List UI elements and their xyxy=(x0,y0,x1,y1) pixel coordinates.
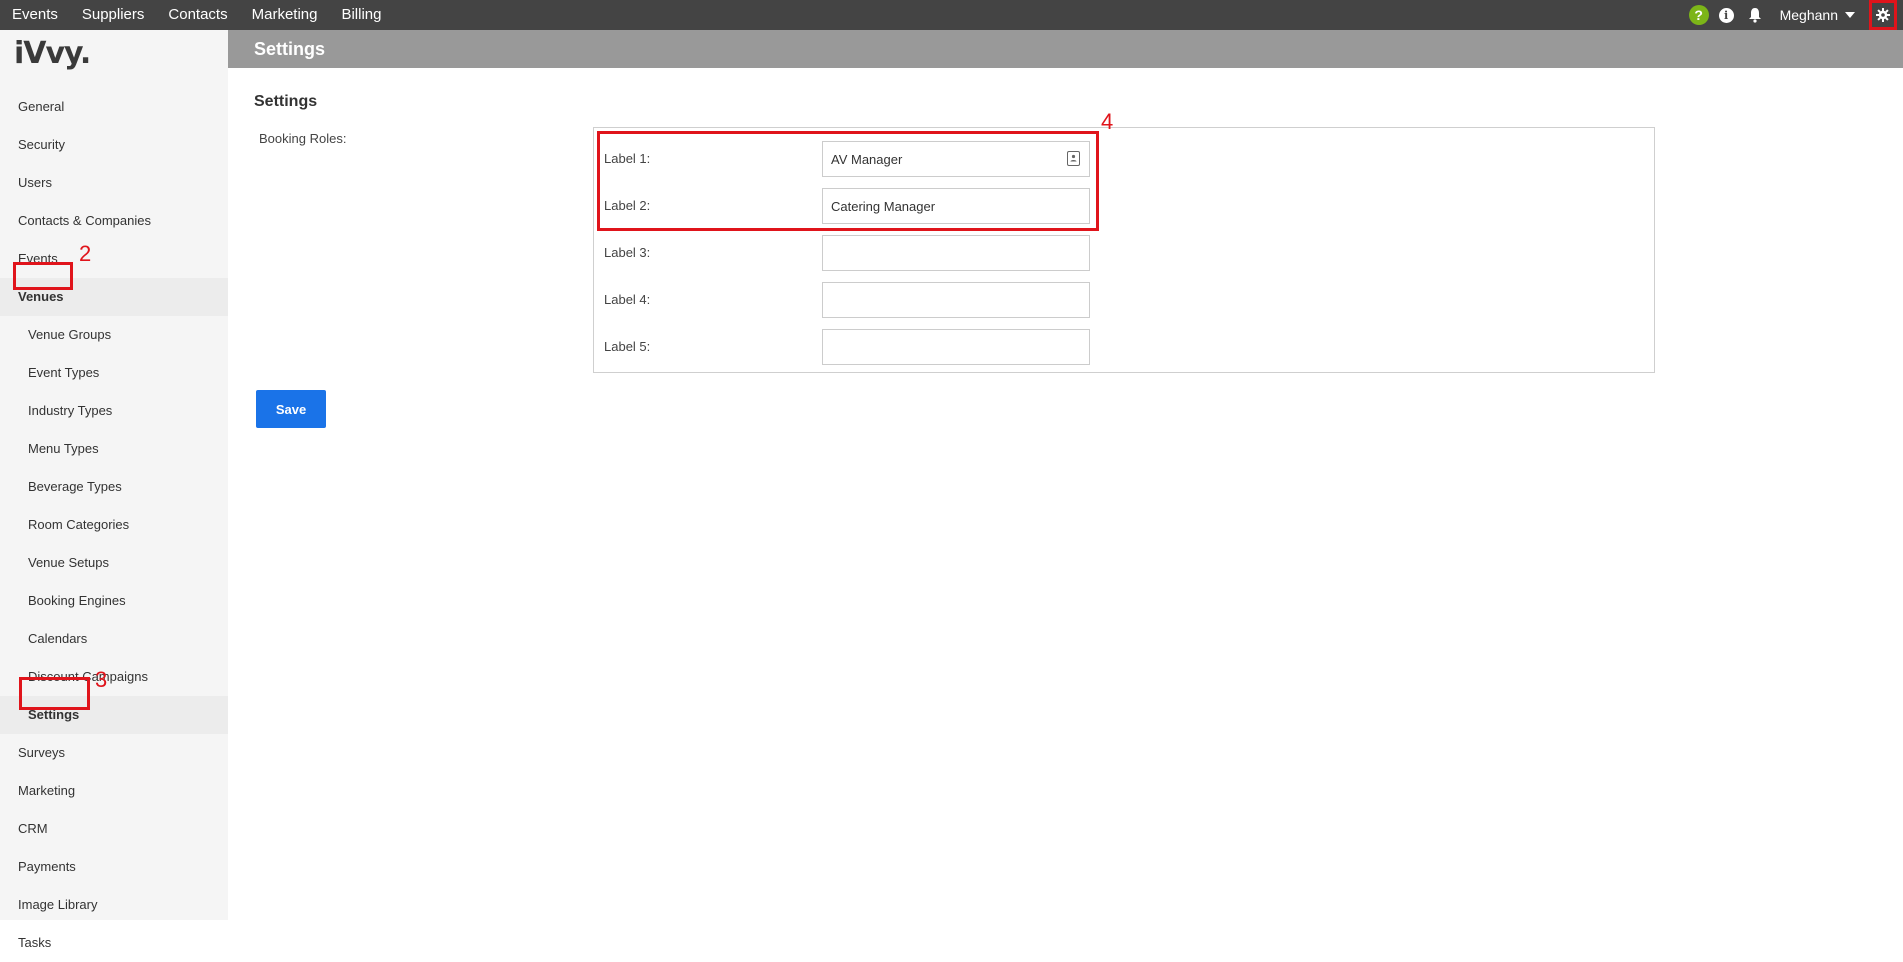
annotation-4: 4 xyxy=(1101,109,1114,134)
role-row-2: Label 2: xyxy=(594,188,1654,224)
info-icon[interactable]: i xyxy=(1718,7,1734,23)
ivvy-logo[interactable]: iVvy. xyxy=(14,36,91,71)
sidebar-item-menu-types[interactable]: Menu Types xyxy=(0,430,228,468)
sidebar-item-contacts-companies[interactable]: Contacts & Companies xyxy=(0,202,228,240)
role-input-4[interactable] xyxy=(822,282,1090,318)
sidebar-item-venue-groups[interactable]: Venue Groups xyxy=(0,316,228,354)
nav-events[interactable]: Events xyxy=(0,0,70,30)
booking-roles-panel: Label 1: Label 2: Label 3: Label 4: Labe… xyxy=(593,127,1655,373)
save-button[interactable]: Save xyxy=(256,390,326,428)
sidebar-item-room-categories[interactable]: Room Categories xyxy=(0,506,228,544)
role-row-3: Label 3: xyxy=(594,235,1654,271)
sidebar-item-discount-campaigns[interactable]: Discount Campaigns xyxy=(0,658,228,696)
role-label-3: Label 3: xyxy=(604,245,651,260)
role-input-1[interactable] xyxy=(822,141,1090,177)
nav-suppliers[interactable]: Suppliers xyxy=(70,0,157,30)
nav-contacts[interactable]: Contacts xyxy=(156,0,239,30)
contact-card-icon[interactable] xyxy=(1067,151,1080,166)
nav-billing[interactable]: Billing xyxy=(329,0,393,30)
role-row-4: Label 4: xyxy=(594,282,1654,318)
sidebar-item-marketing[interactable]: Marketing xyxy=(0,772,228,810)
booking-roles-label: Booking Roles: xyxy=(259,131,347,146)
role-label-2: Label 2: xyxy=(604,198,651,213)
sidebar-item-industry-types[interactable]: Industry Types xyxy=(0,392,228,430)
user-name: Meghann xyxy=(1779,7,1838,23)
nav-marketing[interactable]: Marketing xyxy=(240,0,330,30)
role-label-1: Label 1: xyxy=(604,151,651,166)
sidebar-item-crm[interactable]: CRM xyxy=(0,810,228,848)
sidebar: iVvy. General Security Users Contacts & … xyxy=(0,30,228,950)
sidebar-item-event-types[interactable]: Event Types xyxy=(0,354,228,392)
sidebar-item-surveys[interactable]: Surveys xyxy=(0,734,228,772)
sidebar-item-events[interactable]: Events xyxy=(0,240,228,278)
annotation-2: 2 xyxy=(79,241,92,266)
role-label-4: Label 4: xyxy=(604,292,651,307)
top-bar: Events Suppliers Contacts Marketing Bill… xyxy=(0,0,1903,30)
sidebar-item-calendars[interactable]: Calendars xyxy=(0,620,228,658)
role-input-2[interactable] xyxy=(822,188,1090,224)
sidebar-item-image-library[interactable]: Image Library xyxy=(0,886,228,924)
sidebar-item-venues[interactable]: Venues xyxy=(0,278,228,316)
role-input-5[interactable] xyxy=(822,329,1090,365)
gear-icon xyxy=(1876,8,1890,22)
user-menu[interactable]: Meghann xyxy=(1780,7,1855,23)
chevron-down-icon xyxy=(1845,12,1855,18)
sidebar-item-venue-setups[interactable]: Venue Setups xyxy=(0,544,228,582)
sidebar-menu: General Security Users Contacts & Compan… xyxy=(0,88,228,962)
role-row-1: Label 1: xyxy=(594,141,1654,177)
sidebar-item-security[interactable]: Security xyxy=(0,126,228,164)
sidebar-item-tasks[interactable]: Tasks xyxy=(0,924,228,962)
role-label-5: Label 5: xyxy=(604,339,651,354)
sidebar-item-users[interactable]: Users xyxy=(0,164,228,202)
top-nav: Events Suppliers Contacts Marketing Bill… xyxy=(0,0,394,30)
annotation-3: 3 xyxy=(95,667,108,692)
sidebar-item-payments[interactable]: Payments xyxy=(0,848,228,886)
role-input-3[interactable] xyxy=(822,235,1090,271)
sidebar-item-beverage-types[interactable]: Beverage Types xyxy=(0,468,228,506)
page-title: Settings xyxy=(254,39,326,59)
help-icon[interactable]: ? xyxy=(1688,5,1709,25)
top-right-tools: ? i Meghann xyxy=(1688,0,1903,30)
role-row-5: Label 5: xyxy=(594,329,1654,365)
page-header: Settings xyxy=(228,30,1903,68)
settings-gear-button[interactable] xyxy=(1869,0,1897,30)
bell-icon[interactable] xyxy=(1748,6,1764,24)
sidebar-item-general[interactable]: General xyxy=(0,88,228,126)
sidebar-item-settings[interactable]: Settings xyxy=(0,696,228,734)
sidebar-item-booking-engines[interactable]: Booking Engines xyxy=(0,582,228,620)
section-title: Settings xyxy=(254,93,318,110)
